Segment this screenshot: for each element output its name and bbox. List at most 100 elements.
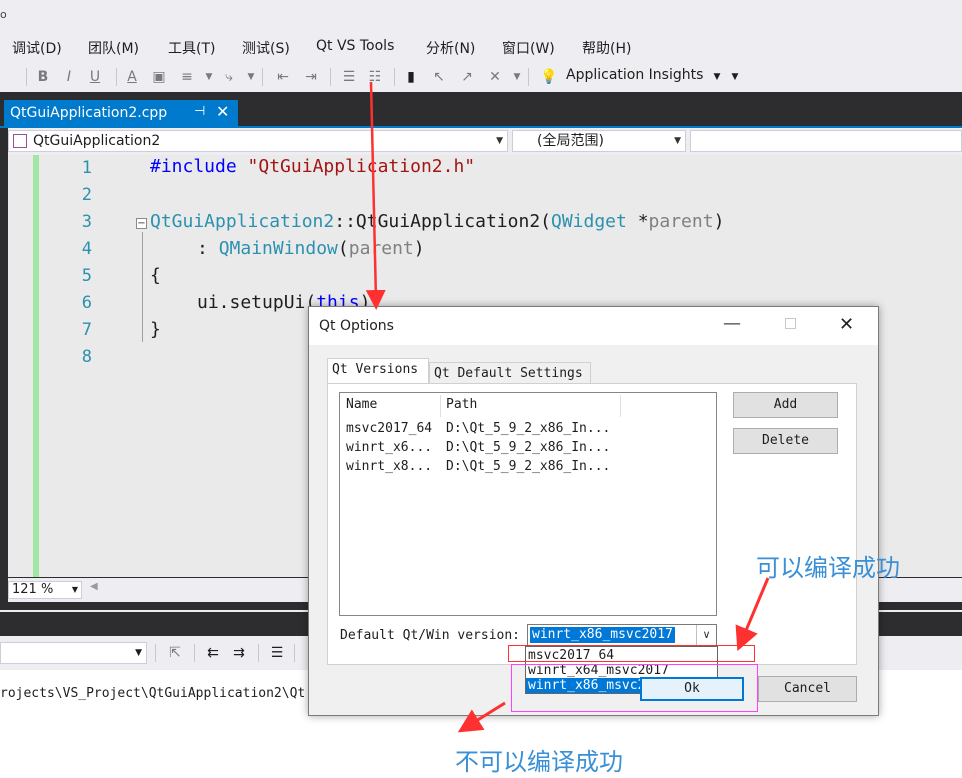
uncomment-icon[interactable]: ☷ — [366, 68, 384, 86]
font-color-button[interactable]: A — [124, 68, 140, 86]
maximize-icon — [785, 318, 796, 329]
default-version-label: Default Qt/Win version: — [340, 628, 521, 643]
scope-combo[interactable]: (全局范围) ▼ — [512, 130, 686, 152]
underline-button[interactable]: U — [88, 68, 102, 86]
code-line-1: #include "QtGuiApplication2.h" — [150, 156, 476, 177]
list-item-path[interactable]: D:\Qt_5_9_2_x86_In... — [446, 459, 610, 474]
zoom-value: 121 % — [12, 582, 54, 597]
line-number: 6 — [81, 293, 92, 313]
annotation-red-box — [508, 645, 755, 662]
align-icon[interactable]: ≡ — [178, 68, 196, 86]
editor-toolbar: B I U A ▣ ≡ ▼ ⤷ ▼ ⇤ ⇥ ☰ ☷ ▮ ↖ ↗ ✕ ▼ 💡 Ap… — [0, 62, 962, 92]
menu-team[interactable]: 团队(M) — [88, 38, 139, 58]
code-line-7: } — [150, 319, 161, 340]
list-item-path[interactable]: D:\Qt_5_9_2_x86_In... — [446, 440, 610, 455]
menu-bar: 调试(D) 团队(M) 工具(T) 测试(S) Qt VS Tools 分析(N… — [0, 32, 962, 62]
line-number: 4 — [81, 239, 92, 259]
cancel-button[interactable]: Cancel — [758, 676, 857, 702]
chevron-down-icon[interactable]: ∨ — [696, 625, 716, 645]
dialog-title-bar[interactable]: Qt Options — ✕ — [309, 307, 878, 345]
outdent-icon[interactable]: ⇥ — [302, 68, 320, 86]
list-item-path[interactable]: D:\Qt_5_9_2_x86_In... — [446, 421, 610, 436]
prev-message-icon[interactable]: ⇇ — [204, 644, 222, 662]
prev-bookmark-icon[interactable]: ↖ — [430, 68, 448, 86]
chevron-down-icon: ▼ — [496, 136, 503, 146]
list-item-name[interactable]: winrt_x6... — [346, 440, 432, 455]
list-item-name[interactable]: msvc2017_64 — [346, 421, 432, 436]
default-version-value: winrt_x86_msvc2017 — [530, 627, 675, 643]
lightbulb-icon[interactable]: 💡 — [540, 68, 558, 86]
menu-debug[interactable]: 调试(D) — [12, 38, 62, 58]
menu-qt-vs-tools[interactable]: Qt VS Tools — [316, 38, 394, 54]
format-brush-icon[interactable]: ▣ — [150, 68, 168, 86]
application-insights-button[interactable]: Application Insights — [566, 67, 703, 83]
annotation-magenta-box — [511, 664, 758, 712]
clear-all-icon[interactable]: ☰ — [268, 644, 286, 662]
annotation-cannot-compile: 不可以编译成功 — [455, 748, 623, 776]
add-button[interactable]: Add — [733, 392, 838, 418]
close-icon[interactable]: ✕ — [216, 102, 229, 121]
pin-icon[interactable]: ⊣ — [194, 104, 205, 119]
column-header-name[interactable]: Name — [346, 397, 377, 412]
next-bookmark-icon[interactable]: ↗ — [458, 68, 476, 86]
code-line-3: QtGuiApplication2::QtGuiApplication2(QWi… — [150, 211, 725, 232]
zoom-combo[interactable]: 121 % ▼ — [8, 581, 82, 599]
output-source-combo[interactable]: ▼ — [0, 642, 147, 664]
column-header-path[interactable]: Path — [446, 397, 477, 412]
document-tab-label: QtGuiApplication2.cpp — [10, 105, 168, 121]
output-text: rojects\VS_Project\QtGuiApplication2\Qt — [0, 686, 306, 701]
minimize-icon[interactable]: — — [723, 313, 741, 334]
line-number: 2 — [81, 185, 92, 205]
menu-test[interactable]: 测试(S) — [242, 38, 290, 58]
chevron-down-icon[interactable]: ▼ — [204, 68, 214, 86]
close-icon[interactable]: ✕ — [839, 314, 854, 335]
project-combo-value: QtGuiApplication2 — [33, 133, 161, 149]
navigation-bar: QtGuiApplication2 ▼ (全局范围) ▼ — [8, 128, 962, 155]
change-margin — [33, 155, 39, 577]
wrap-icon[interactable]: ⤷ — [220, 68, 238, 86]
default-version-combo[interactable]: winrt_x86_msvc2017 ∨ — [527, 624, 717, 646]
code-line-4: : QMainWindow(parent) — [197, 238, 425, 259]
chevron-down-icon[interactable]: ▼ — [712, 68, 722, 86]
project-combo[interactable]: QtGuiApplication2 ▼ — [8, 130, 508, 152]
find-message-icon[interactable]: ⇱ — [166, 644, 184, 662]
member-combo[interactable] — [690, 130, 962, 152]
comment-icon[interactable]: ☰ — [340, 68, 358, 86]
cpp-file-icon — [13, 134, 27, 148]
menu-help[interactable]: 帮助(H) — [582, 38, 631, 58]
qt-versions-list[interactable]: Name Path msvc2017_64 D:\Qt_5_9_2_x86_In… — [339, 392, 717, 616]
collapse-icon[interactable]: − — [136, 218, 147, 229]
line-number: 1 — [81, 158, 92, 178]
italic-button[interactable]: I — [62, 68, 76, 86]
scroll-left-icon[interactable]: ◀ — [90, 581, 98, 592]
chevron-down-icon: ▼ — [135, 648, 142, 658]
title-fragment: o — [0, 8, 7, 21]
chevron-down-icon[interactable]: ▼ — [512, 68, 522, 86]
chevron-down-icon: ▼ — [71, 585, 78, 594]
menu-analyze[interactable]: 分析(N) — [426, 38, 475, 58]
indent-icon[interactable]: ⇤ — [274, 68, 292, 86]
menu-window[interactable]: 窗口(W) — [502, 38, 555, 58]
tab-qt-versions[interactable]: Qt Versions — [327, 358, 429, 384]
line-number: 3 — [81, 212, 92, 232]
scope-combo-value: (全局范围) — [537, 133, 604, 149]
line-number: 5 — [81, 266, 92, 286]
outline-guide — [142, 232, 143, 342]
line-number: 7 — [81, 320, 92, 340]
menu-tools[interactable]: 工具(T) — [168, 38, 215, 58]
document-tab[interactable]: QtGuiApplication2.cpp ⊣ ✕ — [4, 100, 238, 126]
list-item-name[interactable]: winrt_x8... — [346, 459, 432, 474]
code-line-5: { — [150, 265, 161, 286]
qt-versions-panel: Name Path msvc2017_64 D:\Qt_5_9_2_x86_In… — [327, 383, 857, 665]
chevron-down-icon[interactable]: ▼ — [246, 68, 256, 86]
toolbar-overflow-icon[interactable]: ▼ — [730, 68, 740, 86]
bold-button[interactable]: B — [36, 68, 50, 86]
dialog-title: Qt Options — [319, 318, 394, 334]
delete-button[interactable]: Delete — [733, 428, 838, 454]
line-number: 8 — [81, 347, 92, 367]
chevron-down-icon: ▼ — [674, 136, 681, 146]
annotation-can-compile: 可以编译成功 — [756, 554, 900, 582]
clear-bookmarks-icon[interactable]: ✕ — [486, 68, 504, 86]
next-message-icon[interactable]: ⇉ — [230, 644, 248, 662]
bookmark-icon[interactable]: ▮ — [404, 68, 418, 86]
